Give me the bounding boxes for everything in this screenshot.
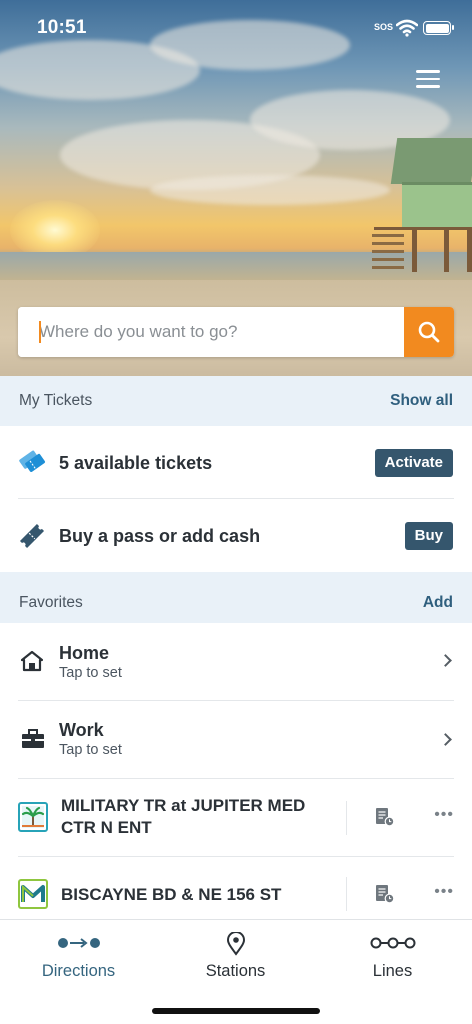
vertical-divider [346,877,347,911]
favorite-stop-row[interactable]: MILITARY TR at JUPITER MED CTR N ENT ••• [0,779,472,856]
search-button[interactable] [404,307,454,357]
briefcase-icon [22,729,44,748]
tickets-icon [19,450,46,472]
chevron-right-icon [439,654,452,667]
favorite-title: Work [59,720,104,740]
status-sos: SOS [374,22,394,32]
more-options-icon[interactable]: ••• [434,883,454,901]
sun [10,200,100,260]
stop-title: MILITARY TR at JUPITER MED CTR N ENT [61,796,306,837]
favorite-work-row[interactable]: Work Tap to set [0,701,472,778]
tab-label: Directions [41,962,116,980]
section-title: My Tickets [19,392,93,409]
home-indicator [152,1008,320,1014]
more-options-icon[interactable]: ••• [434,806,454,824]
tab-label: Lines [372,962,413,980]
lifeguard-tower [372,138,472,272]
tab-stations[interactable]: Stations [157,920,314,1000]
home-icon [21,650,43,672]
schedule-icon[interactable] [375,807,395,827]
favorite-subtitle: Tap to set [59,665,122,681]
buy-pass-row[interactable]: Buy a pass or add cash Buy [0,499,472,572]
tab-directions[interactable]: Directions [0,920,157,1000]
section-title: Favorites [19,594,83,611]
schedule-icon[interactable] [375,884,395,904]
favorite-subtitle: Tap to set [59,742,122,758]
buy-button[interactable]: Buy [404,522,453,550]
favorite-home-row[interactable]: Home Tap to set [0,623,472,700]
activate-button[interactable]: Activate [374,449,453,477]
cloud [150,20,350,70]
add-favorite-link[interactable]: Add [423,594,453,612]
buy-pass-label: Buy a pass or add cash [59,526,261,546]
battery-icon [423,21,454,35]
chevron-right-icon [439,733,452,746]
available-tickets-row[interactable]: 5 available tickets Activate [0,426,472,499]
ticket-pass-icon [19,523,45,549]
cloud [150,175,390,205]
search-icon [418,321,440,343]
search-input[interactable] [18,307,404,357]
text-caret [39,321,41,343]
available-tickets-label: 5 available tickets [59,453,213,473]
stop-title: BISCAYNE BD & NE 156 ST [61,885,282,904]
palm-route-icon [18,802,48,832]
vertical-divider [346,801,347,835]
directions-icon [58,938,100,948]
location-pin-icon [226,932,246,956]
favorites-header: Favorites Add [0,572,472,623]
m-route-icon [18,879,48,909]
wifi-icon [396,19,418,37]
tab-label: Stations [205,962,266,980]
search-bar [18,307,454,357]
tab-lines[interactable]: Lines [314,920,471,1000]
hamburger-menu-icon[interactable] [416,70,440,90]
status-time: 10:51 [37,17,87,38]
show-all-link[interactable]: Show all [390,392,453,410]
favorite-stop-row[interactable]: BISCAYNE BD & NE 156 ST ••• [0,857,472,919]
lines-icon [370,937,416,949]
favorite-title: Home [59,643,110,663]
my-tickets-header: My Tickets Show all [0,376,472,426]
